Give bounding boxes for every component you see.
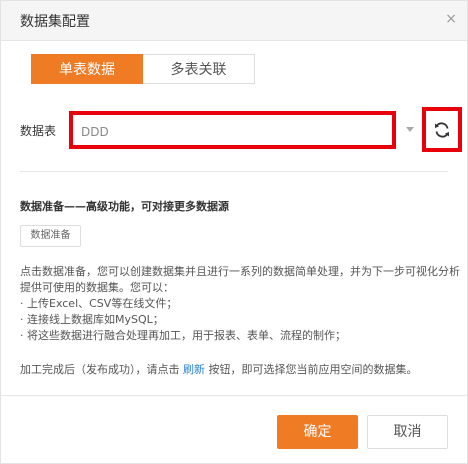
dialog-title: 数据集配置 [20,14,90,30]
prep-desc-line: · 上传Excel、CSV等在线文件； [20,297,178,310]
chevron-down-icon[interactable] [406,127,414,132]
refresh-icon [435,122,449,138]
datasource-select-value: DDD [81,125,109,139]
prep-final-suffix: 按钮，即可选择您当前应用空间的数据集。 [205,363,418,376]
refresh-link[interactable]: 刷新 [183,363,205,376]
prep-desc-line: · 将这些数据进行融合处理再加工，用于报表、表单、流程的制作； [20,329,346,342]
divider [20,171,448,172]
confirm-button[interactable]: 确定 [277,415,358,449]
datasource-label: 数据表 [20,124,57,138]
tab-bar: 单表数据 多表关联 [31,54,255,84]
prep-final-note: 加工完成后（发布成功），请点击 刷新 按钮，即可选择您当前应用空间的数据集。 [20,361,418,377]
prep-desc-line: · 连接线上数据库如MySQL； [20,313,164,326]
tab-single-table[interactable]: 单表数据 [31,54,143,84]
close-icon[interactable]: × [445,11,457,27]
dataset-config-dialog: 数据集配置 × 单表数据 多表关联 数据表 DDD 数据准备——高级功能，可对接… [0,0,468,464]
prep-final-prefix: 加工完成后（发布成功），请点击 [20,363,183,376]
data-prep-button[interactable]: 数据准备 [20,225,81,247]
data-prep-section-title: 数据准备——高级功能，可对接更多数据源 [20,200,229,213]
dialog-header: 数据集配置 × [1,1,467,41]
prep-desc-line: 提供可使用的数据集。您可以： [20,281,174,294]
prep-desc-line: 点击数据准备，您可以创建数据集并且进行一系列的数据简单处理，并为下一步可视化分析 [20,265,460,278]
refresh-button[interactable] [422,107,462,152]
datasource-select[interactable]: DDD [69,111,396,149]
cancel-button[interactable]: 取消 [367,415,448,449]
tab-multi-table-join[interactable]: 多表关联 [143,54,255,84]
